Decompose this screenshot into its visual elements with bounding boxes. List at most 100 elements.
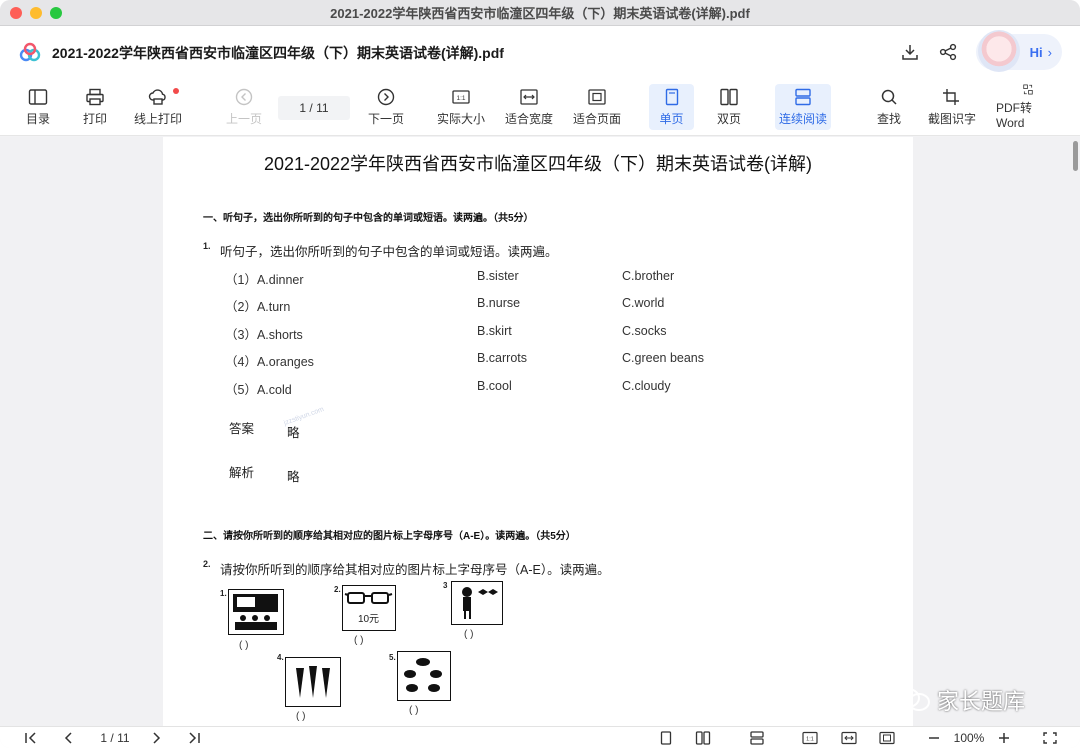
- wechat-icon: [896, 688, 930, 711]
- convert-icon: [1023, 84, 1033, 95]
- ocr-label: 截图识字: [927, 111, 976, 126]
- fit-page-label: 适合页面: [572, 111, 621, 126]
- double-page-view-button[interactable]: [694, 730, 712, 746]
- fit-page-small-button[interactable]: [878, 730, 896, 746]
- fit-width-icon: [841, 731, 857, 745]
- search-button[interactable]: 查找: [871, 84, 907, 130]
- next-page-label: 下一页: [367, 111, 404, 126]
- option-c: C.socks: [622, 324, 667, 338]
- notification-dot: [173, 88, 179, 94]
- continuous-scroll-icon: [750, 731, 764, 745]
- wechat-watermark: 家长题库: [895, 684, 1025, 716]
- actual-size-button[interactable]: 1:1 实际大小: [436, 84, 486, 130]
- single-page-view-button[interactable]: [657, 730, 675, 746]
- print-label: 打印: [82, 111, 107, 126]
- crop-icon: [943, 88, 959, 105]
- option-b: B.skirt: [477, 324, 512, 338]
- continuous-view-button[interactable]: [748, 730, 766, 746]
- print-button[interactable]: 打印: [77, 84, 113, 130]
- assistant-label: Hi: [1029, 44, 1043, 60]
- section-2-heading: 二、请按你所听到的顺序给其相对应的图片标上字母序号（A-E）。读两遍。（共5分）: [203, 531, 576, 542]
- girl-picture: [451, 581, 503, 625]
- arrow-left-circle-icon: [235, 88, 253, 105]
- pdf-to-word-button[interactable]: PDF转Word: [996, 84, 1060, 130]
- answer-blank: ( ): [409, 705, 419, 716]
- answer-blank: ( ): [296, 711, 306, 722]
- option-a: （3）A.shorts: [225, 328, 303, 342]
- fit-width-icon: [520, 88, 538, 105]
- close-window-button[interactable]: [10, 7, 22, 19]
- actual-size-small-button[interactable]: 1:1: [801, 730, 819, 746]
- continuous-reading-button[interactable]: 连续阅读: [775, 84, 831, 130]
- fullscreen-button[interactable]: [1041, 730, 1059, 746]
- actual-size-label: 实际大小: [436, 111, 485, 126]
- double-page-label: 双页: [716, 111, 741, 126]
- cloud-print-icon: [148, 88, 166, 105]
- actual-size-icon-text: 1:1: [456, 95, 465, 102]
- last-page-button[interactable]: [185, 730, 203, 746]
- bottom-page-indicator[interactable]: 1 / 11: [90, 730, 140, 746]
- document-viewport[interactable]: 2021-2022学年陕西省西安市临潼区四年级（下）期末英语试卷(详解) 一、听…: [0, 137, 1080, 726]
- single-page-button[interactable]: 单页: [649, 84, 694, 130]
- next-page-button[interactable]: 下一页: [366, 84, 406, 130]
- chevron-right-icon: [153, 732, 161, 744]
- next-page-small-button[interactable]: [147, 730, 165, 746]
- pdf-title: 2021-2022学年陕西省西安市临潼区四年级（下）期末英语试卷(详解): [263, 154, 813, 174]
- weather-picture: [397, 651, 451, 701]
- picture-number: 3: [443, 581, 448, 590]
- share-icon[interactable]: [938, 42, 958, 62]
- option-b: B.sister: [477, 269, 519, 283]
- minus-icon: [929, 737, 939, 739]
- fit-page-icon: [588, 88, 606, 105]
- maximize-window-button[interactable]: [50, 7, 62, 19]
- header-actions: Hi ›: [900, 30, 1062, 72]
- answer-blank: ( ): [354, 635, 364, 646]
- fit-page-icon: [879, 731, 895, 745]
- option-a: （1）A.dinner: [225, 273, 304, 287]
- printer-icon: [86, 88, 104, 105]
- prev-page-small-button[interactable]: [60, 730, 78, 746]
- chevron-right-icon: ›: [1047, 44, 1052, 60]
- picture-number: 2.: [334, 585, 341, 594]
- option-c: C.world: [622, 296, 665, 310]
- vertical-scrollbar[interactable]: [1073, 141, 1078, 171]
- zoom-level[interactable]: 100%: [950, 730, 988, 746]
- ocr-button[interactable]: 截图识字: [926, 84, 978, 130]
- analysis-label: 解析: [229, 466, 255, 480]
- avatar-icon: [978, 30, 1020, 72]
- option-c: C.green beans: [622, 351, 705, 365]
- download-icon[interactable]: [900, 42, 920, 62]
- search-label: 查找: [876, 111, 901, 126]
- last-page-icon: [189, 732, 200, 744]
- price-label: 10元: [357, 614, 380, 625]
- question-1-number: 1.: [203, 241, 211, 251]
- fit-width-small-button[interactable]: [840, 730, 858, 746]
- option-b: B.cool: [477, 379, 512, 393]
- app-window: 2021-2022学年陕西省西安市临潼区四年级（下）期末英语试卷(详解).pdf…: [0, 0, 1080, 748]
- picture-number: 4.: [277, 653, 284, 662]
- first-page-button[interactable]: [22, 730, 40, 746]
- minimize-window-button[interactable]: [30, 7, 42, 19]
- assistant-button[interactable]: Hi ›: [976, 30, 1062, 72]
- arrow-right-circle-icon: [377, 88, 395, 105]
- option-c: C.cloudy: [622, 379, 671, 393]
- double-page-icon: [695, 731, 711, 745]
- chevron-left-icon: [64, 732, 72, 744]
- picture-number: 1.: [220, 589, 227, 598]
- double-page-button[interactable]: 双页: [708, 84, 750, 130]
- question-2-number: 2.: [203, 559, 211, 569]
- toolbar: 目录 打印 线上打印 上一页 1 / 11 下一页 1:1 实际大小 适合宽度: [0, 80, 1080, 136]
- toc-button[interactable]: 目录: [20, 84, 56, 130]
- fullscreen-icon: [1043, 732, 1057, 744]
- zoom-out-button[interactable]: [925, 730, 943, 746]
- page-number-input[interactable]: 1 / 11: [278, 96, 350, 120]
- prev-page-button[interactable]: 上一页: [224, 84, 264, 130]
- window-title: 2021-2022学年陕西省西安市临潼区四年级（下）期末英语试卷(详解).pdf: [330, 6, 750, 21]
- zoom-in-button[interactable]: [995, 730, 1013, 746]
- plus-icon: [999, 733, 1009, 743]
- status-bar: 1 / 11 1:1 100%: [0, 726, 1080, 748]
- document-title: 2021-2022学年陕西省西安市临潼区四年级（下）期末英语试卷(详解).pdf: [52, 45, 504, 61]
- fit-width-button[interactable]: 适合宽度: [504, 84, 554, 130]
- fit-page-button[interactable]: 适合页面: [572, 84, 622, 130]
- answer-blank: ( ): [464, 629, 474, 640]
